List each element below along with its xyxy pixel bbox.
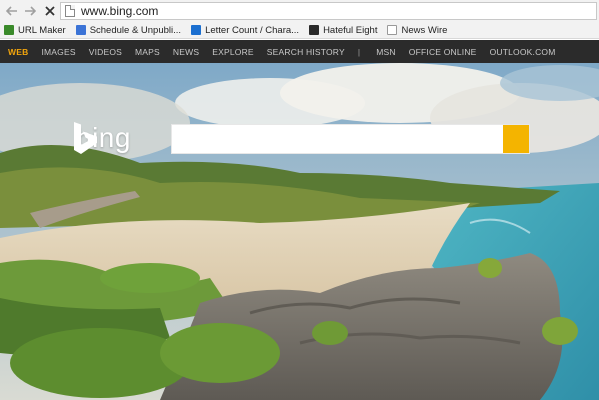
imdb-icon (309, 25, 320, 35)
nav-separator: | (357, 46, 361, 57)
bookmark-label: Hateful Eight (323, 24, 378, 36)
bookmark-label: News Wire (401, 24, 448, 36)
t-icon (191, 25, 202, 35)
homepage-background-image: bing (0, 63, 599, 400)
bookmark-label: Letter Count / Chara... (205, 24, 300, 36)
back-button[interactable] (3, 2, 21, 20)
page-icon (65, 5, 75, 17)
nav-search-history[interactable]: SEARCH HISTORY (267, 47, 345, 57)
beach-scene (0, 63, 599, 400)
nav-outlook[interactable]: OUTLOOK.COM (490, 47, 556, 57)
address-bar[interactable]: www.bing.com (60, 2, 597, 20)
bing-b-icon (74, 122, 97, 154)
search-button[interactable] (172, 125, 529, 153)
nav-news[interactable]: NEWS (173, 47, 199, 57)
search-icon (172, 125, 186, 139)
bookmark-label: URL Maker (18, 24, 66, 36)
bing-header-nav: WEB IMAGES VIDEOS MAPS NEWS EXPLORE SEAR… (0, 40, 599, 63)
search-box (171, 124, 530, 154)
search-input[interactable] (172, 125, 503, 153)
doc-icon (75, 25, 86, 35)
nav-maps[interactable]: MAPS (135, 47, 160, 57)
nav-explore[interactable]: EXPLORE (212, 47, 254, 57)
bookmark-label: Schedule & Unpubli... (89, 24, 182, 36)
nav-videos[interactable]: VIDEOS (89, 47, 122, 57)
nav-office-online[interactable]: OFFICE ONLINE (409, 47, 477, 57)
bookmark-letter-count[interactable]: Letter Count / Chara... (191, 25, 299, 36)
stop-button[interactable] (41, 2, 59, 20)
url-text: www.bing.com (81, 4, 159, 18)
bookmark-schedule[interactable]: Schedule & Unpubli... (75, 24, 182, 36)
bing-logo[interactable]: bing (72, 121, 131, 155)
page-icon (387, 25, 398, 35)
bookmark-news-wire[interactable]: News Wire (387, 25, 447, 36)
bookmarks-bar: URL Maker Schedule & Unpubli... Letter C… (0, 22, 599, 39)
browser-toolbar: www.bing.com (0, 0, 599, 22)
bookmark-url-maker[interactable]: URL Maker (4, 25, 66, 36)
nav-web[interactable]: WEB (8, 47, 28, 57)
sheet-icon (4, 25, 14, 35)
nav-images[interactable]: IMAGES (41, 47, 75, 57)
nav-msn[interactable]: MSN (376, 47, 396, 57)
bookmark-hateful-eight[interactable]: Hateful Eight (309, 25, 377, 36)
forward-button[interactable] (21, 2, 39, 20)
